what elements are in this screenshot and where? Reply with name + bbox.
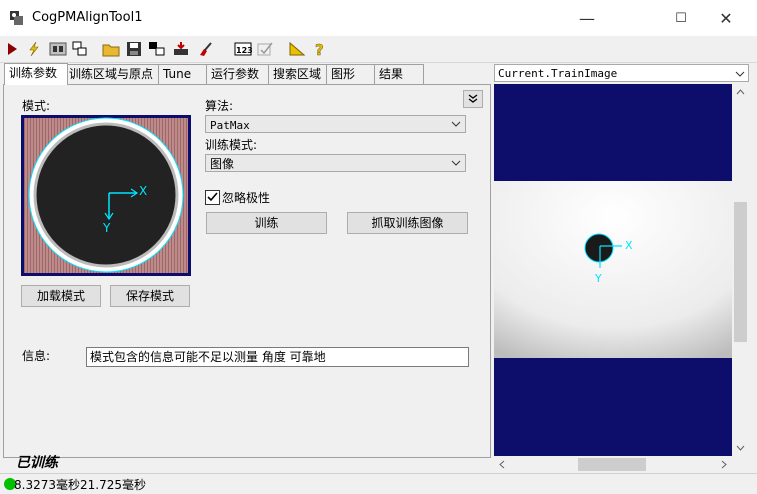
window-title: CogPMAlignTool1 xyxy=(32,10,143,25)
number-123-icon[interactable]: 123 xyxy=(233,39,253,59)
svg-text:123: 123 xyxy=(236,46,252,55)
run-icon[interactable] xyxy=(2,39,22,59)
app-icon xyxy=(10,11,23,25)
ignore-polarity-label: 忽略极性 xyxy=(222,191,271,205)
close-button[interactable]: ✕ xyxy=(703,0,749,36)
train-mode-value: 图像 xyxy=(210,157,235,171)
clear-icon[interactable] xyxy=(195,39,215,59)
status-bar: 8.3273毫秒21.725毫秒 xyxy=(0,473,757,494)
display-axis-x: X xyxy=(625,239,633,252)
scroll-left-icon xyxy=(499,460,505,469)
image-display-icon[interactable] xyxy=(48,39,68,59)
tab-graphics[interactable]: 图形 xyxy=(326,64,376,84)
load-pattern-button[interactable]: 加载模式 xyxy=(21,285,101,307)
save-icon[interactable] xyxy=(124,39,144,59)
thumbnail-axis-y: Y xyxy=(102,221,111,235)
image-selector[interactable]: Current.TrainImage xyxy=(494,64,749,82)
toolbar: 123 ? xyxy=(0,36,757,63)
checkmark-icon xyxy=(207,192,218,202)
windows-icon[interactable] xyxy=(70,39,90,59)
grab-train-image-button[interactable]: 抓取训练图像 xyxy=(347,212,468,234)
train-mode-select[interactable]: 图像 xyxy=(205,154,466,172)
ruler-icon[interactable] xyxy=(287,39,307,59)
copy-image-icon[interactable] xyxy=(147,39,167,59)
tab-run-params[interactable]: 运行参数 xyxy=(206,64,270,84)
help-icon[interactable]: ? xyxy=(310,39,330,59)
scroll-right-icon xyxy=(721,460,727,469)
chevron-down-icon xyxy=(451,121,461,127)
pattern-thumbnail: X Y xyxy=(21,115,191,276)
tab-train-region-origin[interactable]: 训练区域与原点 xyxy=(64,64,160,84)
tab-train-params[interactable]: 训练参数 xyxy=(4,63,68,85)
thumbnail-axis-x: X xyxy=(139,184,147,198)
checkmark-icon[interactable] xyxy=(256,39,276,59)
vertical-scroll-thumb xyxy=(734,202,747,342)
chevron-down-icon xyxy=(451,160,461,166)
open-folder-icon[interactable] xyxy=(101,39,121,59)
collapse-button[interactable] xyxy=(463,90,483,108)
chevron-down-icon xyxy=(735,71,745,77)
image-selector-value: Current.TrainImage xyxy=(498,67,618,80)
algorithm-value: PatMax xyxy=(210,119,250,132)
ignore-polarity-checkbox[interactable] xyxy=(205,190,220,205)
tab-results[interactable]: 结果 xyxy=(374,64,424,84)
scroll-corner xyxy=(732,456,749,473)
tab-search-region[interactable]: 搜索区域 xyxy=(268,64,332,84)
tab-tune[interactable]: Tune xyxy=(158,64,208,84)
chevron-down-icon xyxy=(468,94,478,103)
train-button[interactable]: 训练 xyxy=(206,212,327,234)
algorithm-label: 算法: xyxy=(205,99,234,113)
info-label: 信息: xyxy=(22,349,51,363)
execution-time: 8.3273毫秒21.725毫秒 xyxy=(14,478,146,492)
vertical-scrollbar[interactable] xyxy=(732,84,749,456)
algorithm-select[interactable]: PatMax xyxy=(205,115,466,133)
maximize-button[interactable]: ☐ xyxy=(658,0,704,36)
trained-status: 已训练 xyxy=(16,455,58,471)
info-field: 模式包含的信息可能不足以测量 角度 可靠地 xyxy=(86,347,469,367)
scroll-down-icon xyxy=(736,445,745,451)
import-icon[interactable] xyxy=(171,39,191,59)
pattern-label: 模式: xyxy=(22,99,51,113)
horizontal-scroll-thumb xyxy=(578,458,646,471)
image-display[interactable]: X Y xyxy=(494,84,732,456)
minimize-button[interactable]: — xyxy=(564,0,610,36)
save-pattern-button[interactable]: 保存模式 xyxy=(110,285,190,307)
title-bar: CogPMAlignTool1 — ☐ ✕ xyxy=(0,0,757,36)
display-axis-y: Y xyxy=(594,272,602,285)
lightning-icon[interactable] xyxy=(24,39,44,59)
horizontal-scrollbar[interactable] xyxy=(494,456,732,473)
train-mode-label: 训练模式: xyxy=(205,138,258,152)
scroll-up-icon xyxy=(736,89,745,95)
svg-text:?: ? xyxy=(315,41,324,57)
